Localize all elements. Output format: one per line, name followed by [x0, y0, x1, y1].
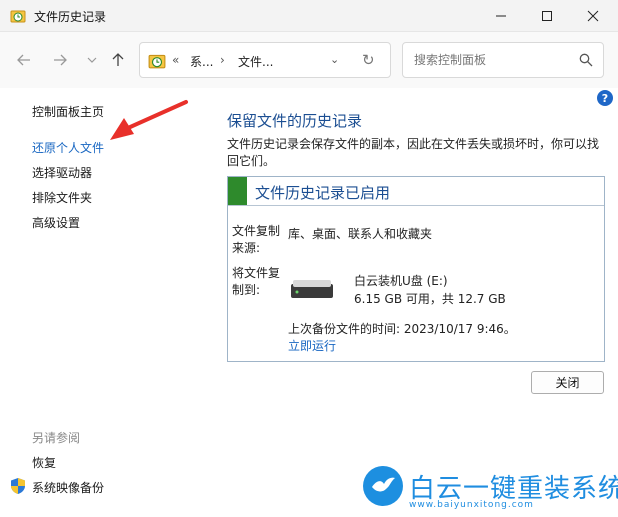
recent-locations-button[interactable]	[82, 50, 102, 70]
shield-icon	[11, 478, 25, 494]
panel-divider	[228, 205, 604, 206]
title-bar: 文件历史记录	[0, 0, 618, 32]
copy-from-label: 文件复制来源:	[232, 224, 281, 255]
minimize-icon	[496, 15, 506, 17]
search-input[interactable]	[404, 44, 574, 76]
drive-space: 6.15 GB 可用，共 12.7 GB	[354, 292, 506, 306]
breadcrumb-file-history[interactable]: 文件...	[238, 53, 273, 70]
back-button[interactable]	[14, 50, 34, 70]
status-indicator	[228, 177, 247, 205]
sidebar-item-restore-personal-files[interactable]: 还原个人文件	[32, 139, 104, 156]
copy-from-value: 库、桌面、联系人和收藏夹	[288, 227, 433, 241]
bird-logo-icon	[363, 466, 403, 506]
run-now-link[interactable]: 立即运行	[288, 337, 336, 354]
copy-to-label: 将文件复制到:	[232, 266, 281, 297]
see-also-heading: 另请参阅	[32, 431, 81, 445]
maximize-icon	[542, 11, 552, 21]
sidebar-item-control-panel-home[interactable]: 控制面板主页	[32, 103, 104, 120]
breadcrumb-system[interactable]: 系...	[190, 53, 213, 70]
arrow-up-icon	[112, 53, 124, 66]
navigation-bar: « 系... › 文件... ⌄ ↻	[0, 32, 618, 88]
search-box[interactable]	[402, 42, 604, 78]
minimize-button[interactable]	[478, 0, 524, 32]
drive-icon	[291, 280, 333, 298]
status-panel: 文件历史记录已启用 文件复制来源: 库、桌面、联系人和收藏夹 将文件复制到: 白…	[227, 176, 605, 362]
close-icon	[587, 10, 599, 22]
sidebar-item-recovery[interactable]: 恢复	[32, 454, 56, 471]
address-bar[interactable]: « 系... › 文件... ⌄ ↻	[139, 42, 391, 78]
search-icon[interactable]	[579, 53, 593, 67]
watermark-url: www.baiyunxitong.com	[409, 500, 534, 510]
watermark: 白云一键重装系统 www.baiyunxitong.com	[363, 466, 618, 512]
close-window-button[interactable]	[570, 0, 616, 32]
page-heading: 保留文件的历史记录	[227, 112, 363, 130]
page-description: 文件历史记录会保存文件的副本，因此在文件丢失或损坏时，你可以找回它们。	[227, 137, 600, 168]
maximize-button[interactable]	[524, 0, 570, 32]
sidebar-item-system-image-backup[interactable]: 系统映像备份	[32, 479, 104, 496]
drive-name: 白云装机U盘 (E:)	[354, 274, 448, 288]
last-backup-time: 上次备份文件的时间: 2023/10/17 9:46。	[288, 322, 516, 336]
sidebar-item-select-drive[interactable]: 选择驱动器	[32, 164, 92, 181]
sidebar-item-advanced-settings[interactable]: 高级设置	[32, 214, 80, 231]
file-history-icon	[148, 54, 166, 69]
arrow-left-icon	[17, 54, 30, 66]
forward-button[interactable]	[50, 50, 70, 70]
sidebar-item-exclude-folders[interactable]: 排除文件夹	[32, 189, 92, 206]
address-dropdown-icon[interactable]: ⌄	[330, 53, 339, 66]
chevron-down-icon	[87, 57, 97, 63]
close-button[interactable]: 关闭	[531, 371, 604, 394]
breadcrumb-overflow[interactable]: «	[172, 53, 179, 67]
window-title: 文件历史记录	[34, 10, 107, 24]
up-button[interactable]	[108, 50, 128, 70]
file-history-icon	[10, 10, 26, 23]
arrow-right-icon	[54, 54, 67, 66]
help-icon[interactable]: ?	[597, 90, 613, 106]
breadcrumb-separator: ›	[220, 53, 225, 67]
status-title: 文件历史记录已启用	[255, 184, 391, 202]
refresh-icon[interactable]: ↻	[362, 51, 375, 69]
